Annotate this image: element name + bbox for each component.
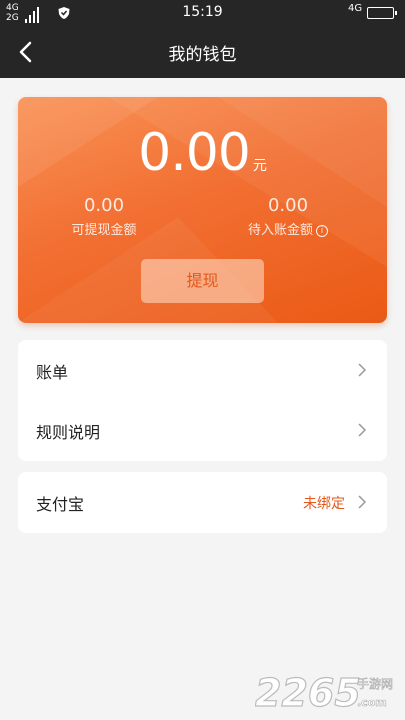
alipay-status: 未绑定: [303, 496, 345, 512]
chevron-right-icon: [358, 495, 367, 509]
withdrawable-balance: 0.00 可提现金额: [24, 195, 184, 238]
pending-label: 待入账金额: [247, 223, 313, 238]
menu-item-alipay[interactable]: 支付宝 未绑定: [18, 472, 387, 532]
pending-amount: 0.00: [267, 195, 309, 216]
status-bar: 4G 2G 15:19 4G: [0, 0, 405, 26]
svg-text:.com: .com: [357, 696, 387, 709]
nav-bar: 我的钱包: [0, 26, 405, 78]
currency-unit: 元: [252, 158, 267, 174]
svg-text:2265: 2265: [255, 671, 361, 715]
menu-item-label: 规则说明: [36, 423, 101, 442]
page-title: 我的钱包: [168, 45, 237, 65]
withdrawable-amount: 0.00: [83, 195, 125, 216]
withdraw-button[interactable]: 提现: [141, 259, 264, 303]
total-balance: 0.00 元: [18, 123, 387, 183]
menu-item-rules[interactable]: 规则说明: [18, 400, 387, 460]
pending-label-row: 待入账金额 i: [208, 219, 368, 238]
menu-item-label: 账单: [36, 363, 69, 382]
pending-balance: 0.00 待入账金额 i: [208, 195, 368, 238]
watermark-logo: 2265 手游网 .com: [255, 670, 393, 715]
status-time: 15:19: [182, 4, 223, 20]
chevron-right-icon: [358, 423, 367, 437]
withdrawable-label: 可提现金额: [71, 223, 137, 238]
chevron-right-icon: [358, 363, 367, 377]
total-amount: 0.00: [138, 123, 251, 183]
svg-text:手游网: 手游网: [357, 677, 393, 691]
menu-card: 账单 规则说明: [18, 340, 387, 461]
network-type-right: 4G: [348, 3, 363, 14]
battery-icon: [367, 7, 397, 19]
menu-item-label: 支付宝: [36, 495, 85, 514]
balance-card: 0.00 元 0.00 可提现金额 0.00 待入账金额 i 提现: [18, 97, 387, 323]
alipay-card: 支付宝 未绑定: [18, 472, 387, 533]
menu-item-bills[interactable]: 账单: [18, 340, 387, 400]
info-icon[interactable]: i: [316, 225, 328, 237]
